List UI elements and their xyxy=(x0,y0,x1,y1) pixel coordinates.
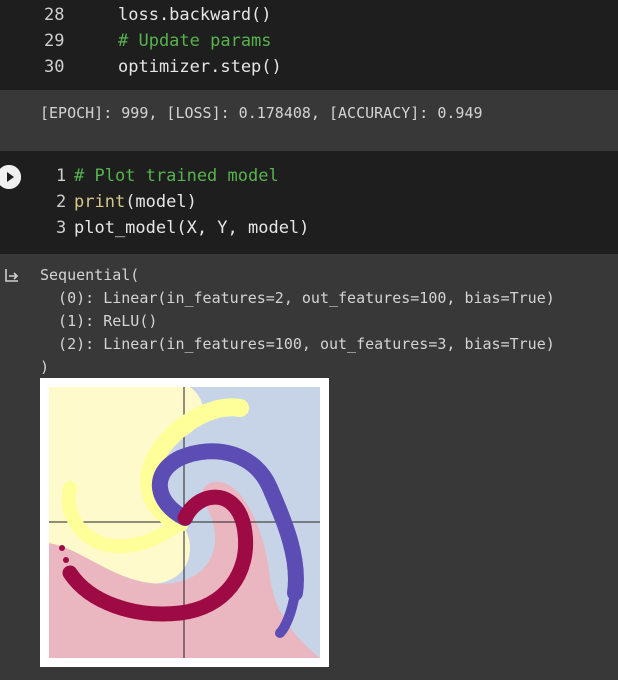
code-comment: # Plot trained model xyxy=(74,166,279,186)
model-summary-line: (2): Linear(in_features=100, out_feature… xyxy=(40,335,555,353)
line-number: 3 xyxy=(56,218,67,238)
play-icon xyxy=(0,165,21,189)
code-line: optimizer.step() xyxy=(118,57,282,77)
code-line: plot_model(X, Y, model) xyxy=(74,218,310,238)
line-number: 1 xyxy=(56,166,67,186)
line-number: 28 xyxy=(44,5,65,25)
output-arrow-icon[interactable] xyxy=(3,267,21,285)
code-cell-training[interactable] xyxy=(0,0,618,90)
model-summary-line: ) xyxy=(40,358,50,376)
code-text: (model) xyxy=(125,192,197,212)
model-summary-line: (1): ReLU() xyxy=(40,312,158,330)
code-line: print(model) xyxy=(74,191,197,213)
model-summary-line: (0): Linear(in_features=2, out_features=… xyxy=(40,289,555,307)
line-number: 29 xyxy=(44,31,65,51)
decision-boundary-plot xyxy=(40,378,329,667)
line-number: 2 xyxy=(56,192,67,212)
code-keyword: print xyxy=(74,192,126,212)
line-number: 30 xyxy=(44,57,65,77)
code-comment: # Update params xyxy=(118,31,272,51)
training-output-text: [EPOCH]: 999, [LOSS]: 0.178408, [ACCURAC… xyxy=(40,104,483,122)
model-summary-line: Sequential( xyxy=(40,266,140,284)
run-cell-button[interactable] xyxy=(0,165,21,189)
code-line: loss.backward() xyxy=(118,5,272,25)
spiral-plot-image xyxy=(49,387,320,658)
